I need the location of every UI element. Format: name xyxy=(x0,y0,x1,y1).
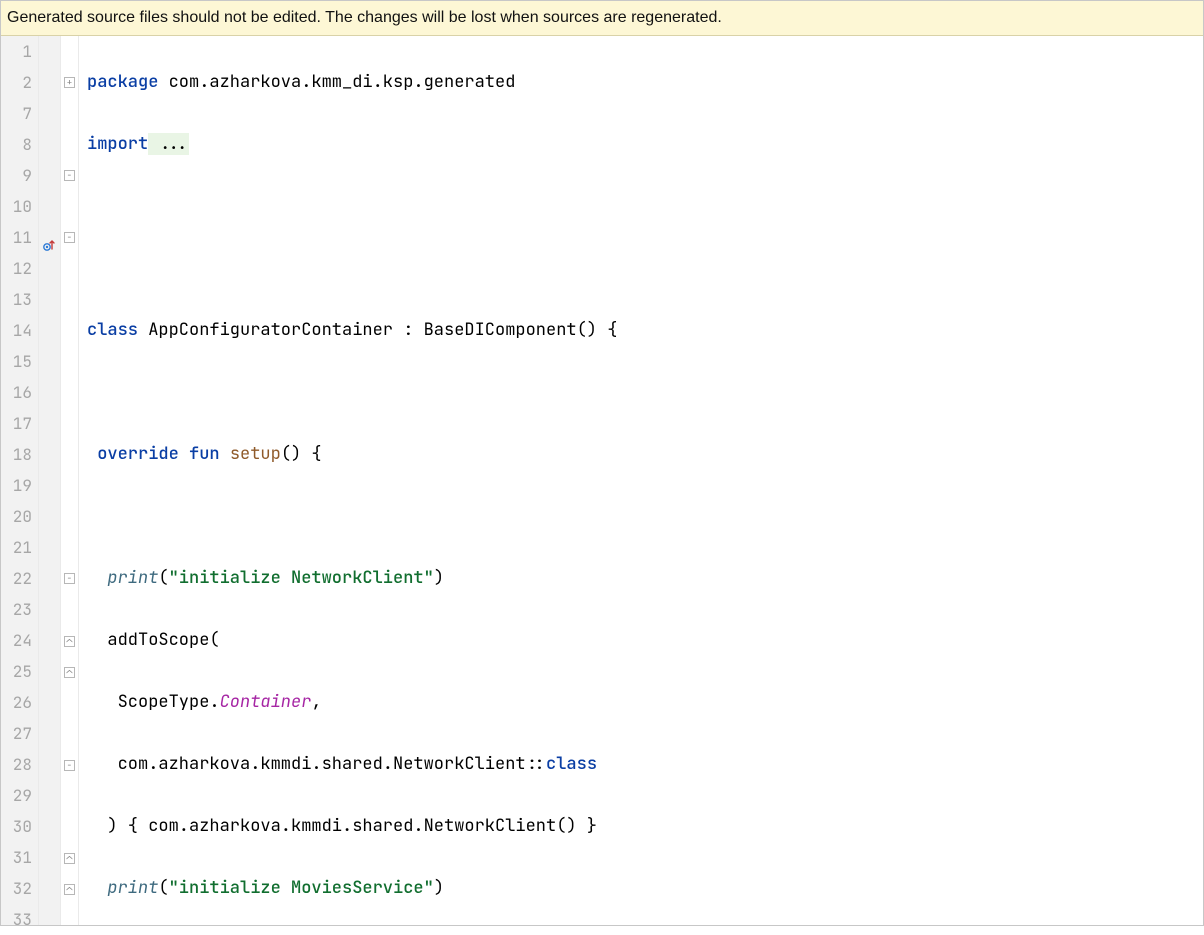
package-path: com.azharkova.kmm_di.ksp.generated xyxy=(158,71,515,93)
fold-end-icon[interactable] xyxy=(64,636,75,647)
keyword-class: class xyxy=(546,753,597,775)
line-number: 30 xyxy=(1,811,32,842)
line-number: 24 xyxy=(1,625,32,656)
line-number: 23 xyxy=(1,594,32,625)
code-content[interactable]: package com.azharkova.kmm_di.ksp.generat… xyxy=(79,36,1203,925)
keyword-class: class xyxy=(87,319,138,341)
class-ref: com.azharkova.kmmdi.shared.NetworkClient… xyxy=(107,753,546,775)
line-number: 27 xyxy=(1,718,32,749)
class-decl: AppConfiguratorContainer : BaseDICompone… xyxy=(138,319,617,341)
line-number: 21 xyxy=(1,532,32,563)
paren: ) xyxy=(434,567,444,589)
line-number-gutter: 1 2 7 8 9 10 11 12 13 14 15 16 17 18 19 … xyxy=(1,36,39,925)
line-number: 1 xyxy=(1,36,32,67)
fold-end-icon[interactable] xyxy=(64,853,75,864)
lambda-body: ) { com.azharkova.kmmdi.shared.NetworkCl… xyxy=(107,815,597,837)
keyword-override: override xyxy=(97,443,179,465)
line-number: 33 xyxy=(1,904,32,935)
line-number: 8 xyxy=(1,129,32,160)
line-number: 32 xyxy=(1,873,32,904)
paren: ) xyxy=(434,877,444,899)
fold-collapse-icon[interactable] xyxy=(64,760,75,771)
keyword-import: import xyxy=(87,133,148,155)
folded-imports[interactable]: ... xyxy=(148,133,189,155)
fold-end-icon[interactable] xyxy=(64,884,75,895)
string-literal: "initialize MoviesService" xyxy=(169,877,434,899)
line-number: 20 xyxy=(1,501,32,532)
line-number: 22 xyxy=(1,563,32,594)
editor-area: 1 2 7 8 9 10 11 12 13 14 15 16 17 18 19 … xyxy=(1,36,1203,925)
scope-type: ScopeType. xyxy=(107,691,219,713)
fold-collapse-icon[interactable] xyxy=(64,232,75,243)
generated-file-banner: Generated source files should not be edi… xyxy=(1,1,1203,36)
fold-collapse-icon[interactable] xyxy=(64,170,75,181)
func-parens: () { xyxy=(281,443,322,465)
paren: ( xyxy=(158,567,168,589)
line-number: 28 xyxy=(1,749,32,780)
paren: ( xyxy=(158,877,168,899)
call-addToScope: addToScope( xyxy=(107,629,219,651)
function-name: setup xyxy=(220,443,281,465)
icon-gutter xyxy=(39,36,61,925)
line-number: 11 xyxy=(1,222,32,253)
line-number: 2 xyxy=(1,67,32,98)
line-number: 31 xyxy=(1,842,32,873)
override-marker-icon[interactable] xyxy=(42,232,56,246)
call-print: print xyxy=(107,877,158,899)
fold-expand-icon[interactable] xyxy=(64,77,75,88)
line-number: 10 xyxy=(1,191,32,222)
line-number: 13 xyxy=(1,284,32,315)
comma: , xyxy=(311,691,321,713)
line-number: 17 xyxy=(1,408,32,439)
fold-gutter xyxy=(61,36,79,925)
keyword-fun: fun xyxy=(179,443,220,465)
keyword-package: package xyxy=(87,71,158,93)
line-number: 18 xyxy=(1,439,32,470)
line-number: 7 xyxy=(1,98,32,129)
fold-end-icon[interactable] xyxy=(64,667,75,678)
enum-container: Container xyxy=(220,691,312,713)
line-number: 29 xyxy=(1,780,32,811)
string-literal: "initialize NetworkClient" xyxy=(169,567,434,589)
line-number: 9 xyxy=(1,160,32,191)
line-number: 25 xyxy=(1,656,32,687)
fold-collapse-icon[interactable] xyxy=(64,573,75,584)
line-number: 26 xyxy=(1,687,32,718)
line-number: 15 xyxy=(1,346,32,377)
line-number: 16 xyxy=(1,377,32,408)
line-number: 19 xyxy=(1,470,32,501)
line-number: 12 xyxy=(1,253,32,284)
line-number: 14 xyxy=(1,315,32,346)
call-print: print xyxy=(107,567,158,589)
